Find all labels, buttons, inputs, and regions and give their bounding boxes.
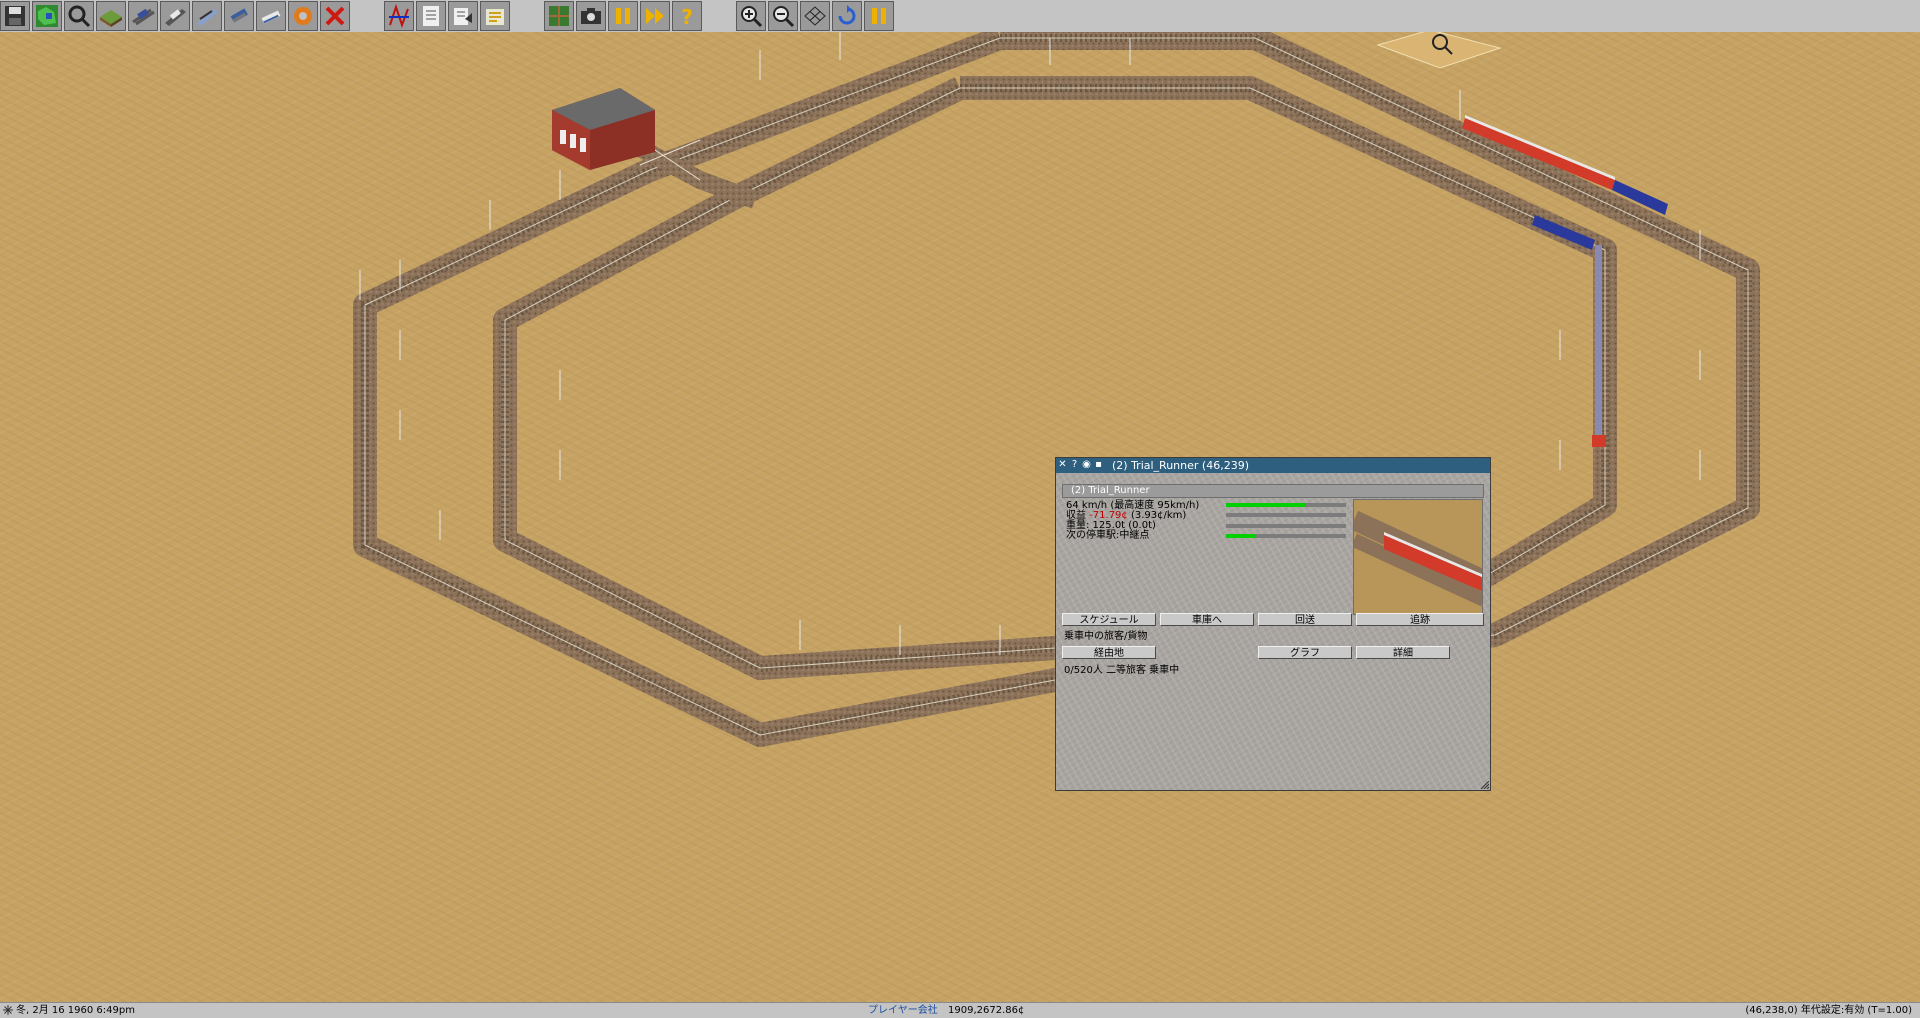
graph-button[interactable]: グラフ <box>1258 646 1352 659</box>
rotate-icon[interactable] <box>832 1 862 31</box>
terrain-icon[interactable] <box>96 1 126 31</box>
money-display: 1909,2672.86¢ <box>948 1005 1025 1016</box>
pause-icon[interactable] <box>608 1 638 31</box>
resize-handle-icon[interactable] <box>1481 781 1489 789</box>
coordinates-display: (46,238,0) 年代設定:有効 (T=1.00) <box>1745 1005 1912 1016</box>
help-icon[interactable]: ? <box>1069 459 1080 470</box>
screenshot-icon[interactable] <box>576 1 606 31</box>
finance-icon[interactable] <box>448 1 478 31</box>
rail-tools-icon[interactable] <box>128 1 158 31</box>
details-button[interactable]: 詳細 <box>1356 646 1450 659</box>
tile-cursor <box>1376 32 1502 69</box>
special-tools-icon[interactable] <box>288 1 318 31</box>
query-icon[interactable] <box>64 1 94 31</box>
follow-button[interactable]: 追跡 <box>1356 613 1484 626</box>
vehicle-name-field[interactable]: (2) Trial_Runner <box>1062 484 1484 498</box>
pause-icon-2[interactable] <box>864 1 894 31</box>
cargo-line: 0/520人 二等旅客 乗車中 <box>1064 665 1180 676</box>
schedule-button[interactable]: スケジュール <box>1062 613 1156 626</box>
monorail-tools-icon[interactable] <box>256 1 286 31</box>
zoom-in-icon[interactable] <box>736 1 766 31</box>
settings-icon[interactable] <box>480 1 510 31</box>
minimap-icon[interactable] <box>544 1 574 31</box>
snowflake-icon <box>3 1005 13 1015</box>
grid-icon[interactable] <box>800 1 830 31</box>
road-tools-icon[interactable] <box>160 1 190 31</box>
weight-bar <box>1226 524 1346 528</box>
remove-icon[interactable] <box>320 1 350 31</box>
zoom-out-icon[interactable] <box>768 1 798 31</box>
svg-text:?: ? <box>681 5 693 29</box>
gadget-icon[interactable]: ◉ <box>1081 459 1092 470</box>
air-tools-icon[interactable] <box>224 1 254 31</box>
route-bar <box>1226 534 1346 538</box>
line-management-icon[interactable] <box>384 1 414 31</box>
pin-icon[interactable]: ▪ <box>1093 459 1104 470</box>
railway-layout <box>353 32 1760 747</box>
speed-bar <box>1226 503 1346 507</box>
window-title: (2) Trial_Runner (46,239) <box>1112 459 1249 472</box>
load-bar <box>1226 513 1346 517</box>
date-time: 冬, 2月 16 1960 6:49pm <box>16 1005 135 1016</box>
ship-tools-icon[interactable] <box>192 1 222 31</box>
close-icon[interactable]: ✕ <box>1057 459 1068 470</box>
help-icon[interactable]: ? <box>672 1 702 31</box>
vehicle-preview <box>1354 510 1482 607</box>
game-map-view[interactable] <box>0 32 1920 1002</box>
fast-forward-icon[interactable] <box>640 1 670 31</box>
cargo-header: 乗車中の旅客/貨物 <box>1064 631 1148 642</box>
to-depot-button[interactable]: 車庫へ <box>1160 613 1254 626</box>
speed-bar-fill <box>1226 503 1307 507</box>
main-toolbar: ? <box>0 0 1920 33</box>
no-load-button[interactable]: 回送 <box>1258 613 1352 626</box>
window-titlebar[interactable]: ✕ ? ◉ ▪ (2) Trial_Runner (46,239) <box>1056 458 1490 473</box>
player-company: プレイヤー会社 <box>868 1005 938 1016</box>
save-icon[interactable] <box>0 1 30 31</box>
next-stop-line: 次の停車駅:中継点 <box>1066 530 1150 541</box>
vehicle-viewport[interactable] <box>1353 499 1483 615</box>
map-icon[interactable] <box>32 1 62 31</box>
vehicle-info-window[interactable]: ✕ ? ◉ ▪ (2) Trial_Runner (46,239) (2) Tr… <box>1055 457 1491 791</box>
via-button[interactable]: 経由地 <box>1062 646 1156 659</box>
status-bar: 冬, 2月 16 1960 6:49pm プレイヤー会社 1909,2672.8… <box>0 1002 1920 1018</box>
route-bar-fill <box>1226 534 1256 538</box>
list-icon[interactable] <box>416 1 446 31</box>
